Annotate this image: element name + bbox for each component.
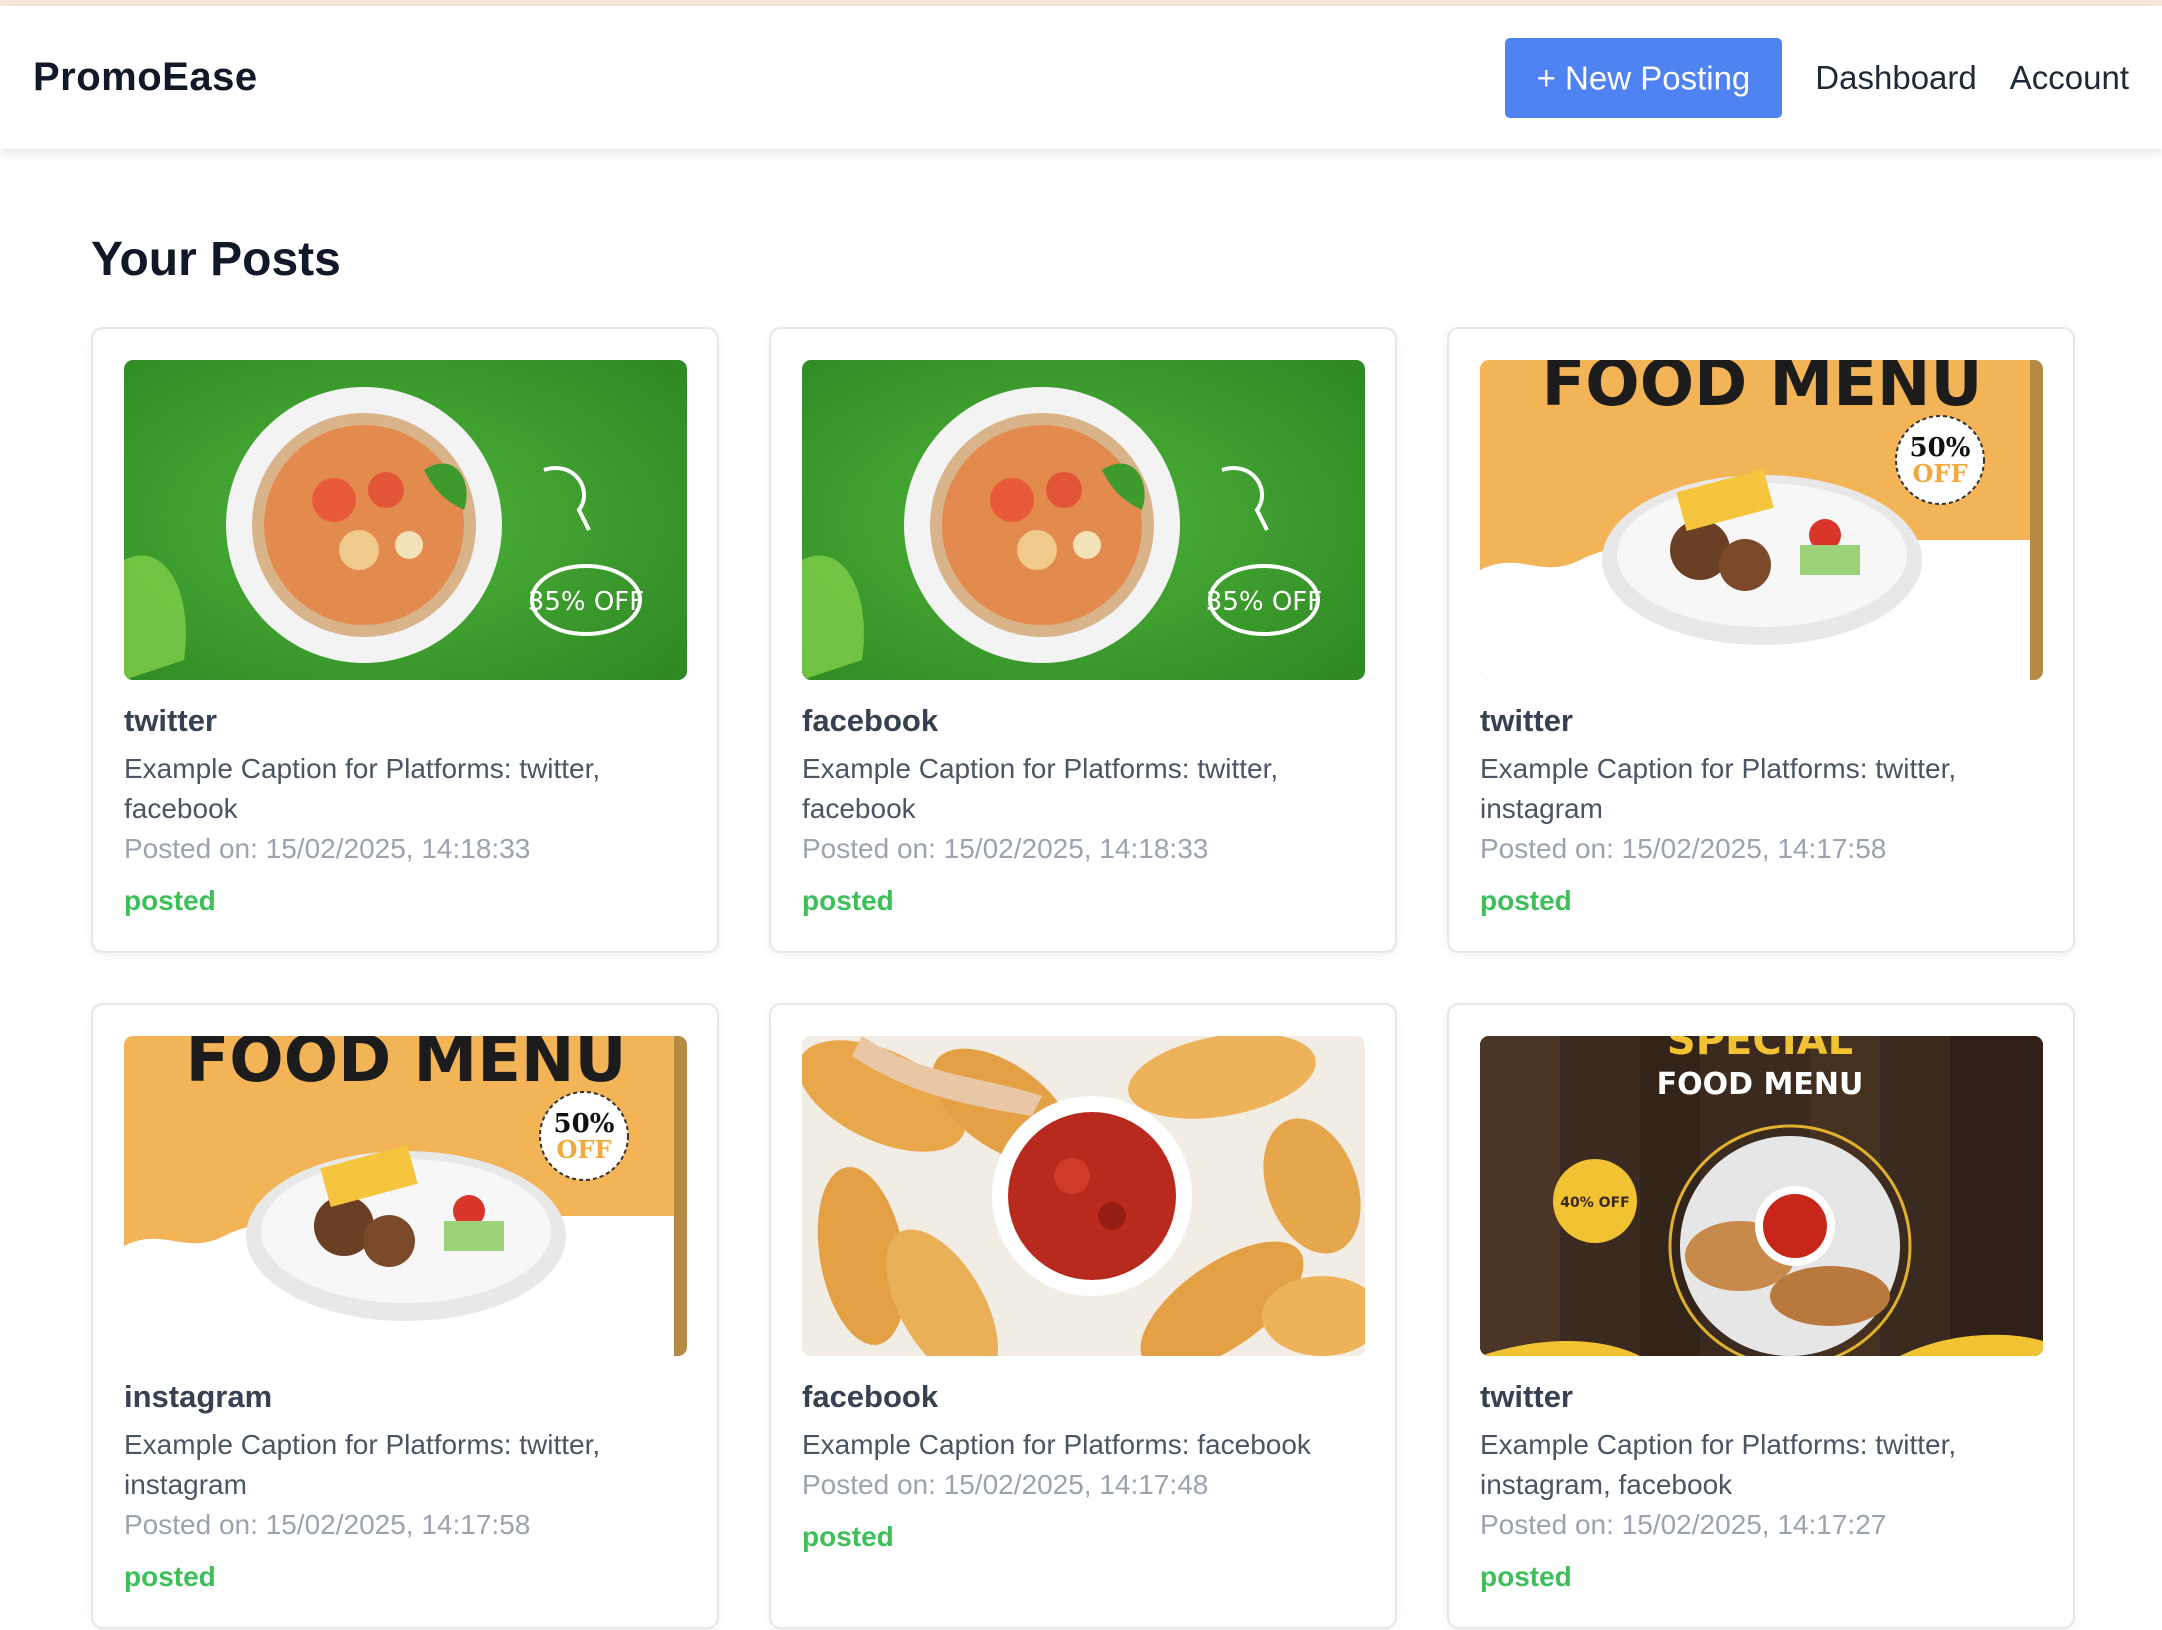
post-timestamp: Posted on: 15/02/2025, 14:17:48 bbox=[802, 1469, 1209, 1500]
thumb-badge-6: 40% OFF bbox=[1560, 1195, 1629, 1211]
post-platform: twitter bbox=[124, 703, 217, 738]
post-timestamp: Posted on: 15/02/2025, 14:17:58 bbox=[124, 1509, 531, 1540]
post-caption: Example Caption for Platforms: facebook bbox=[802, 1429, 1311, 1460]
post-timestamp: Posted on: 15/02/2025, 14:17:27 bbox=[1480, 1509, 1887, 1540]
post-status: posted bbox=[124, 885, 216, 916]
post-image-green-noodle-bowl: 35% OFF bbox=[802, 360, 1365, 680]
post-card[interactable]: 35% OFF facebook Example Caption for Pla… bbox=[769, 327, 1397, 953]
post-image-orange-food-menu: FOOD MENU 50% OFF bbox=[1480, 360, 2043, 680]
navbar: PromoEase + New Posting Dashboard Accoun… bbox=[0, 6, 2162, 149]
post-image-orange-food-menu: FOOD MENU 50% OFF bbox=[124, 1036, 687, 1356]
nav-link-dashboard[interactable]: Dashboard bbox=[1815, 59, 1976, 97]
thumb-title-6: FOOD MENU bbox=[1657, 1067, 1864, 1102]
thumb-badge-2: 35% OFF bbox=[1206, 587, 1322, 617]
thumb-title-4: FOOD MENU bbox=[186, 1036, 627, 1097]
post-status: posted bbox=[802, 1521, 894, 1552]
post-status: posted bbox=[1480, 885, 1572, 916]
post-platform: twitter bbox=[1480, 1379, 1573, 1414]
post-caption: Example Caption for Platforms: twitter, … bbox=[1480, 1429, 1957, 1500]
post-timestamp: Posted on: 15/02/2025, 14:18:33 bbox=[802, 833, 1209, 864]
post-image-green-noodle-bowl: 35% OFF bbox=[124, 360, 687, 680]
page-title: Your Posts bbox=[91, 233, 341, 286]
post-card[interactable]: facebook Example Caption for Platforms: … bbox=[769, 1003, 1397, 1629]
post-status: posted bbox=[802, 885, 894, 916]
post-card[interactable]: 35% OFF twitter Example Caption for Plat… bbox=[91, 327, 719, 953]
post-platform: instagram bbox=[124, 1379, 273, 1414]
thumb-badge-bottom-3: OFF bbox=[1913, 459, 1968, 488]
post-status: posted bbox=[124, 1561, 216, 1592]
post-caption: Example Caption for Platforms: twitter, … bbox=[802, 753, 1279, 824]
post-platform: facebook bbox=[802, 703, 939, 738]
posts-grid: 35% OFF twitter Example Caption for Plat… bbox=[91, 327, 2075, 1629]
post-caption: Example Caption for Platforms: twitter, … bbox=[124, 1429, 601, 1500]
post-card[interactable]: FOOD MENU 50% OFF twitter Example Captio… bbox=[1447, 327, 2075, 953]
post-image-dark-wood-food-menu: SPECIAL FOOD MENU 40% OFF bbox=[1480, 1036, 2043, 1356]
brand-logo[interactable]: PromoEase bbox=[33, 55, 258, 100]
post-timestamp: Posted on: 15/02/2025, 14:17:58 bbox=[1480, 833, 1887, 864]
post-platform: twitter bbox=[1480, 703, 1573, 738]
post-card[interactable]: SPECIAL FOOD MENU 40% OFF twitter Exampl… bbox=[1447, 1003, 2075, 1629]
nav-actions: + New Posting Dashboard Account bbox=[1504, 37, 2129, 118]
new-posting-label: + New Posting bbox=[1536, 59, 1751, 97]
thumb-banner-6: SPECIAL bbox=[1667, 1036, 1853, 1064]
thumb-badge-bottom-4: OFF bbox=[557, 1135, 612, 1164]
new-posting-button[interactable]: + New Posting bbox=[1504, 37, 1783, 118]
thumb-badge-1: 35% OFF bbox=[528, 587, 644, 617]
post-platform: facebook bbox=[802, 1379, 939, 1414]
post-caption: Example Caption for Platforms: twitter, … bbox=[1480, 753, 1957, 824]
post-timestamp: Posted on: 15/02/2025, 14:18:33 bbox=[124, 833, 531, 864]
thumb-title-3: FOOD MENU bbox=[1542, 360, 1983, 421]
post-caption: Example Caption for Platforms: twitter, … bbox=[124, 753, 601, 824]
post-card[interactable]: FOOD MENU 50% OFF instagram Example Capt… bbox=[91, 1003, 719, 1629]
nav-link-account[interactable]: Account bbox=[2010, 59, 2129, 97]
post-status: posted bbox=[1480, 1561, 1572, 1592]
post-image-garlic-bread-dip bbox=[802, 1036, 1365, 1356]
